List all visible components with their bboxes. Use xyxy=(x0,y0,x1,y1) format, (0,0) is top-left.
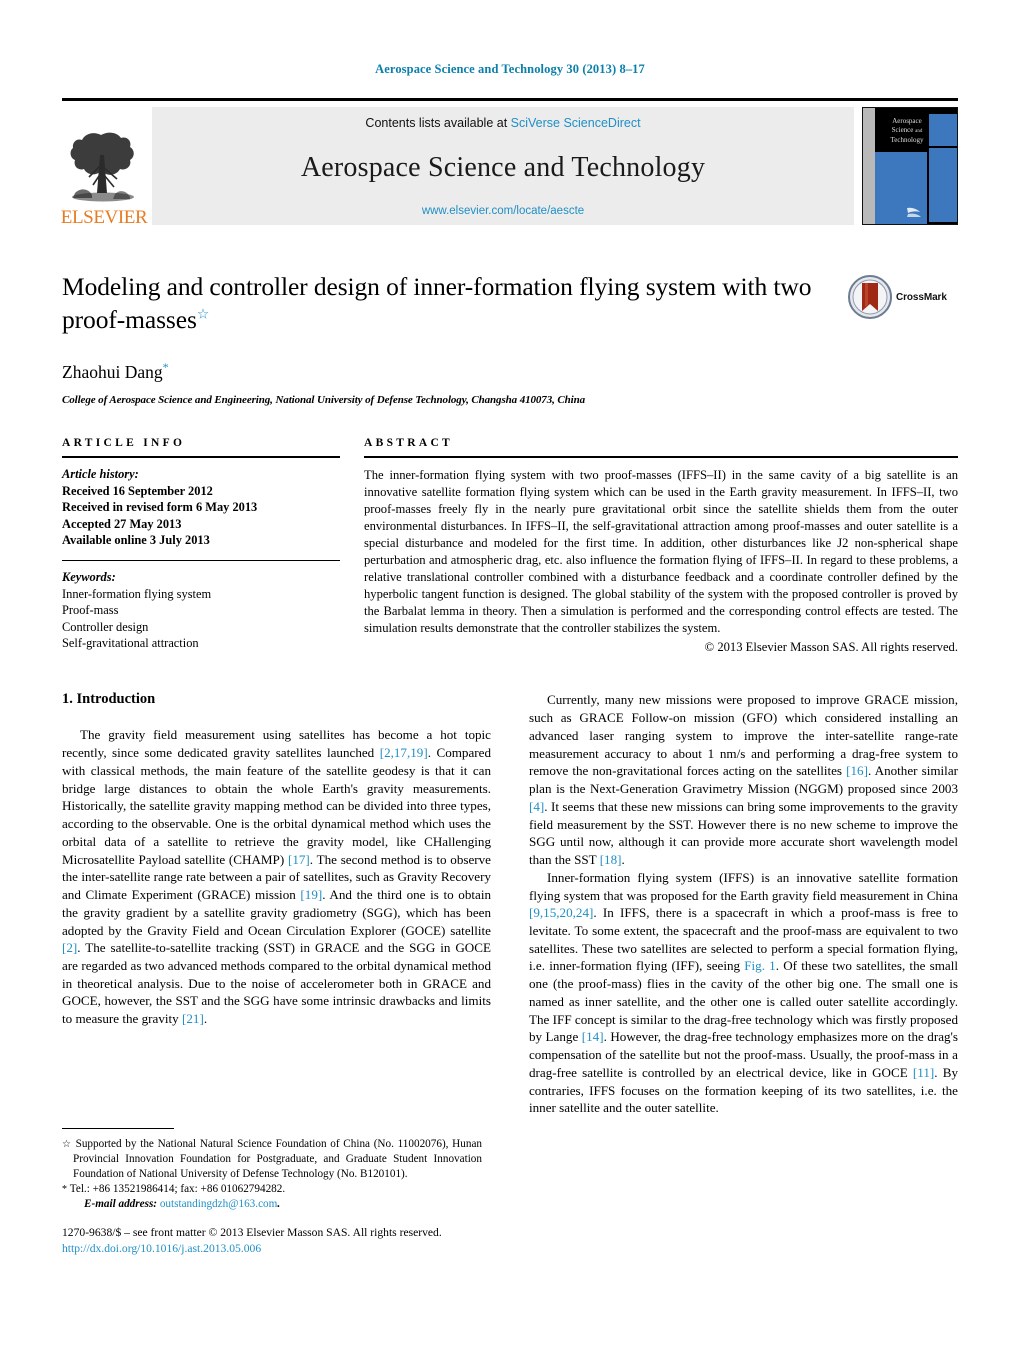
email-link[interactable]: outstandingdzh@163.com xyxy=(160,1198,278,1210)
footnote-funding: ☆ Supported by the National Natural Scie… xyxy=(62,1137,482,1182)
title-left: Modeling and controller design of inner-… xyxy=(62,271,848,336)
citation-link[interactable]: [9,15,20,24] xyxy=(529,905,593,920)
footnote-contact-mark: * xyxy=(62,1184,67,1195)
article-info-column: ARTICLE INFO Article history: Received 1… xyxy=(62,437,364,655)
keyword-item: Proof-mass xyxy=(62,603,119,618)
cover-title-line2: Science xyxy=(891,126,914,135)
article-page: Aerospace Science and Technology 30 (201… xyxy=(0,0,1020,1351)
keyword-item: Controller design xyxy=(62,619,149,634)
title-block: Modeling and controller design of inner-… xyxy=(62,271,958,336)
paragraph-text: . Compared with classical methods, the m… xyxy=(62,745,491,867)
divider xyxy=(62,559,340,561)
divider xyxy=(364,456,958,459)
page-title: Modeling and controller design of inner-… xyxy=(62,271,834,336)
citation-link[interactable]: [18] xyxy=(600,852,622,867)
author-text: Zhaohui Dang xyxy=(62,362,163,383)
cover-title-line1: Aerospace xyxy=(892,117,922,125)
journal-url[interactable]: www.elsevier.com/locate/aescte xyxy=(152,205,854,217)
section-title-introduction: 1. Introduction xyxy=(62,691,156,708)
article-info-heading: ARTICLE INFO xyxy=(62,437,186,450)
journal-title: Aerospace Science and Technology xyxy=(300,151,706,183)
doi-link[interactable]: http://dx.doi.org/10.1016/j.ast.2013.05.… xyxy=(62,1242,261,1255)
abstract-copyright: © 2013 Elsevier Masson SAS. All rights r… xyxy=(704,640,958,655)
paragraph-text: . xyxy=(203,1011,208,1027)
footnotes-block: ☆ Supported by the National Natural Scie… xyxy=(62,1128,482,1256)
body-column-right: Currently, many new missions were propos… xyxy=(529,691,958,1117)
author-footnote-mark[interactable]: * xyxy=(163,360,169,374)
running-head: Aerospace Science and Technology 30 (201… xyxy=(375,62,645,76)
paragraph-text: Inner-formation flying system (IFFS) is … xyxy=(529,869,958,903)
footnote-funding-mark: ☆ xyxy=(62,1139,72,1150)
left-paragraphs: The gravity field measurement using sate… xyxy=(62,726,491,1027)
right-paragraphs: Currently, many new missions were propos… xyxy=(529,691,958,1117)
citation-link[interactable]: [14] xyxy=(582,1029,604,1044)
crossmark-badge[interactable]: CrossMark xyxy=(848,271,958,319)
journal-cover-thumbnail: Aerospace Science and Technology xyxy=(862,107,958,225)
keywords-label: Keywords: xyxy=(62,569,116,584)
citation-link[interactable]: [2] xyxy=(62,940,77,955)
abstract-column: ABSTRACT The inner-formation flying syst… xyxy=(364,437,958,655)
cover-title-line4: Technology xyxy=(890,136,924,145)
citation-link[interactable]: [19] xyxy=(300,887,322,902)
body-paragraph: Currently, many new missions were propos… xyxy=(529,691,958,868)
history-accepted: Accepted 27 May 2013 xyxy=(62,516,182,531)
info-abstract-row: ARTICLE INFO Article history: Received 1… xyxy=(62,437,958,655)
history-received: Received 16 September 2012 xyxy=(62,484,213,499)
contents-available-line: Contents lists available at SciVerse Sci… xyxy=(152,116,854,130)
author-name: Zhaohui Dang* xyxy=(62,360,958,383)
cover-title-line3: and xyxy=(915,129,923,135)
contents-prefix: Contents lists available at xyxy=(365,116,511,130)
body-column-left: 1. Introduction The gravity field measur… xyxy=(62,691,491,1117)
journal-masthead: ELSEVIER Contents lists available at Sci… xyxy=(60,98,958,228)
citation-link[interactable]: [16] xyxy=(846,763,868,778)
keyword-item: Self-gravitational attraction xyxy=(62,636,199,651)
citation-link[interactable]: [21] xyxy=(182,1011,204,1026)
email-suffix: . xyxy=(277,1198,281,1210)
paragraph-text: . It seems that these new missions can b… xyxy=(529,798,958,868)
issn-line: 1270-9638/$ – see front matter © 2013 El… xyxy=(62,1226,442,1239)
citation-link[interactable]: Fig. 1 xyxy=(744,958,775,973)
title-footnote-mark[interactable]: ☆ xyxy=(197,307,210,322)
issn-block: 1270-9638/$ – see front matter © 2013 El… xyxy=(62,1225,482,1256)
history-revised: Received in revised form 6 May 2013 xyxy=(62,500,258,515)
elsevier-tree-icon xyxy=(70,132,134,202)
citation-link[interactable]: [4] xyxy=(529,799,544,814)
history-online: Available online 3 July 2013 xyxy=(62,533,210,548)
body-paragraph: Inner-formation flying system (IFFS) is … xyxy=(529,869,958,1117)
footnote-funding-text: Supported by the National Natural Scienc… xyxy=(73,1138,483,1180)
citation-link[interactable]: [2,17,19] xyxy=(380,745,428,760)
cover-elsevier-icon xyxy=(907,207,921,217)
footnote-divider xyxy=(62,1128,174,1129)
abstract-text: The inner-formation flying system with t… xyxy=(364,468,958,635)
crossmark-icon xyxy=(848,275,892,319)
masthead-box: Contents lists available at SciVerse Sci… xyxy=(152,107,854,225)
keyword-item: Inner-formation flying system xyxy=(62,586,212,601)
paper-title-text: Modeling and controller design of inner-… xyxy=(62,272,812,334)
cover-right-mid-panel xyxy=(929,148,957,222)
cover-title-text: Aerospace Science and Technology xyxy=(877,117,937,146)
elsevier-logo: ELSEVIER xyxy=(60,101,148,228)
body-paragraph: The gravity field measurement using sate… xyxy=(62,726,491,1027)
cover-left-strip xyxy=(863,108,875,224)
body-columns: 1. Introduction The gravity field measur… xyxy=(62,691,958,1117)
citation-link[interactable]: [17] xyxy=(288,852,310,867)
elsevier-wordmark: ELSEVIER xyxy=(60,207,148,228)
affiliation: College of Aerospace Science and Enginee… xyxy=(62,394,586,407)
footnote-email-line: E-mail address: outstandingdzh@163.com. xyxy=(62,1197,482,1212)
citation-link[interactable]: [11] xyxy=(913,1065,934,1080)
paragraph-text: . The satellite-to-satellite tracking (S… xyxy=(62,940,491,1027)
footnote-contact-text: Tel.: +86 13521986414; fax: +86 01062794… xyxy=(69,1183,286,1195)
abstract-heading: ABSTRACT xyxy=(364,437,454,450)
sciencedirect-link[interactable]: SciVerse ScienceDirect xyxy=(511,116,641,130)
article-history-label: Article history: xyxy=(62,467,139,482)
footnote-contact: * Tel.: +86 13521986414; fax: +86 010627… xyxy=(62,1182,482,1197)
crossmark-label: CrossMark xyxy=(896,291,947,303)
divider xyxy=(62,456,340,459)
paragraph-text: . xyxy=(621,852,625,868)
email-label: E-mail address: xyxy=(84,1198,158,1210)
